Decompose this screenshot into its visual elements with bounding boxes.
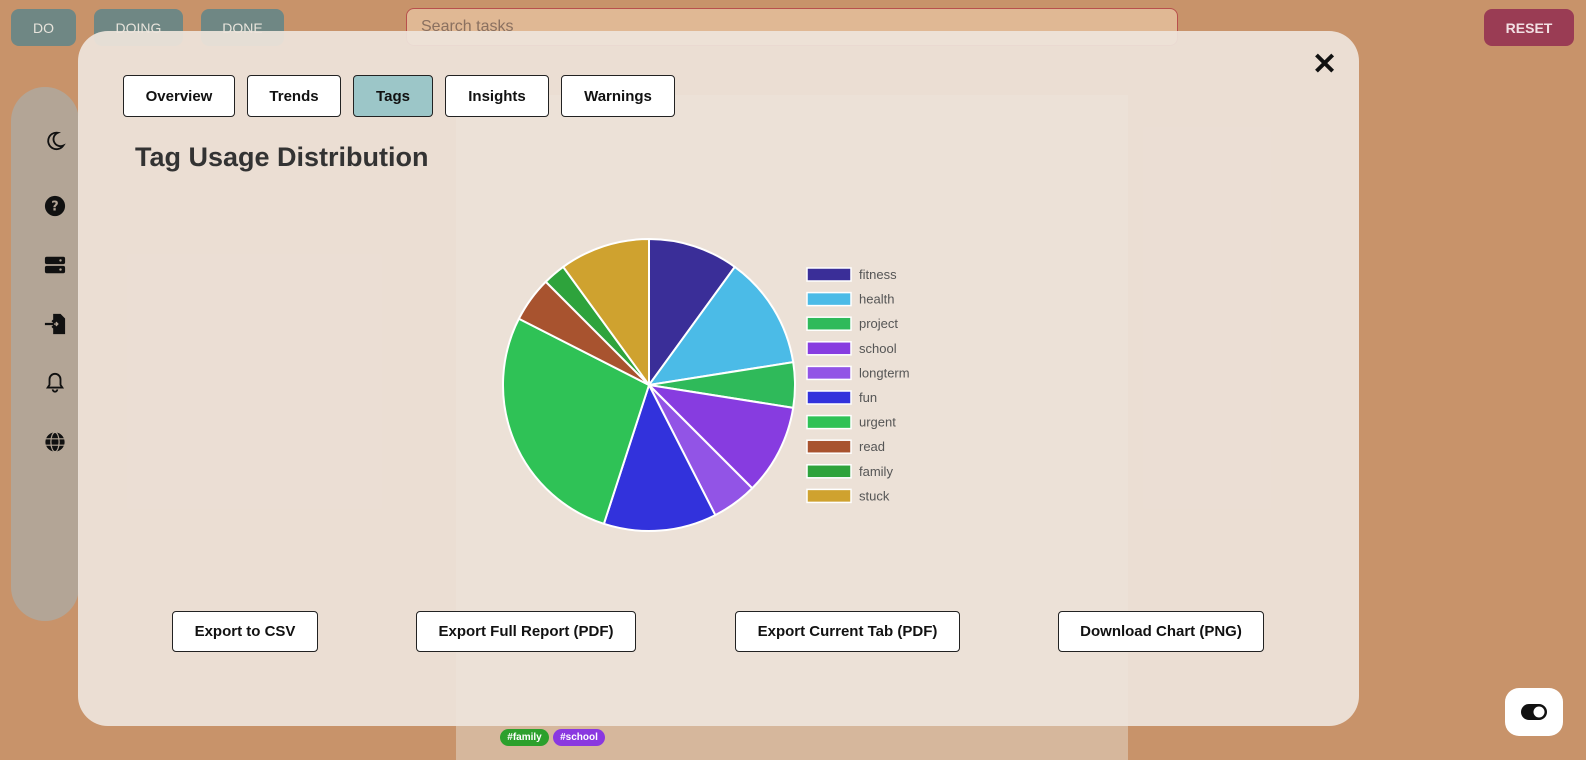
legend-label-project: project [859, 316, 898, 331]
stats-modal: ✕ Overview Trends Tags Insights Warnings… [78, 31, 1359, 726]
tag-chip-family: #family [500, 729, 549, 746]
legend-label-fitness: fitness [859, 267, 897, 282]
legend-label-read: read [859, 439, 885, 454]
export-csv-button[interactable]: Export to CSV [172, 611, 318, 652]
legend-swatch-health[interactable] [806, 291, 852, 307]
help-icon[interactable]: ? [44, 195, 66, 217]
globe-icon[interactable] [44, 431, 66, 453]
reset-button[interactable]: RESET [1484, 9, 1574, 46]
legend-swatch-stuck[interactable] [806, 488, 852, 504]
legend-label-school: school [859, 341, 897, 356]
moon-icon[interactable] [44, 130, 66, 152]
legend-swatch-family[interactable] [806, 464, 852, 479]
legend-label-urgent: urgent [859, 415, 896, 430]
legend-label-fun: fun [859, 390, 877, 405]
legend-label-longterm: longterm [859, 365, 910, 380]
legend-swatch-read[interactable] [806, 439, 852, 454]
theme-toggle-button[interactable] [1505, 688, 1563, 736]
legend-swatch-fitness[interactable] [806, 267, 852, 282]
sidebar: ? [11, 87, 79, 621]
do-column-button[interactable]: DO [11, 9, 76, 46]
bell-icon[interactable] [44, 372, 66, 394]
tag-pie-chart: fitness health project school longterm fun urg… [502, 237, 910, 532]
legend-label-family: family [859, 464, 893, 479]
legend-swatch-longterm[interactable] [806, 365, 852, 381]
export-tab-pdf-button[interactable]: Export Current Tab (PDF) [735, 611, 960, 652]
legend-swatch-project[interactable] [806, 316, 852, 331]
legend-label-health: health [859, 292, 894, 307]
toggle-icon [1521, 704, 1547, 720]
tag-chip-school: #school [553, 729, 605, 746]
legend-swatch-urgent[interactable] [806, 414, 852, 430]
legend-swatch-fun[interactable] [806, 390, 852, 405]
import-icon[interactable] [44, 313, 66, 335]
legend-label-stuck: stuck [859, 488, 890, 503]
export-full-pdf-button[interactable]: Export Full Report (PDF) [416, 611, 636, 652]
storage-icon[interactable] [44, 254, 66, 276]
legend-swatch-school[interactable] [806, 341, 852, 356]
download-png-button[interactable]: Download Chart (PNG) [1058, 611, 1264, 652]
svg-text:?: ? [51, 200, 58, 215]
